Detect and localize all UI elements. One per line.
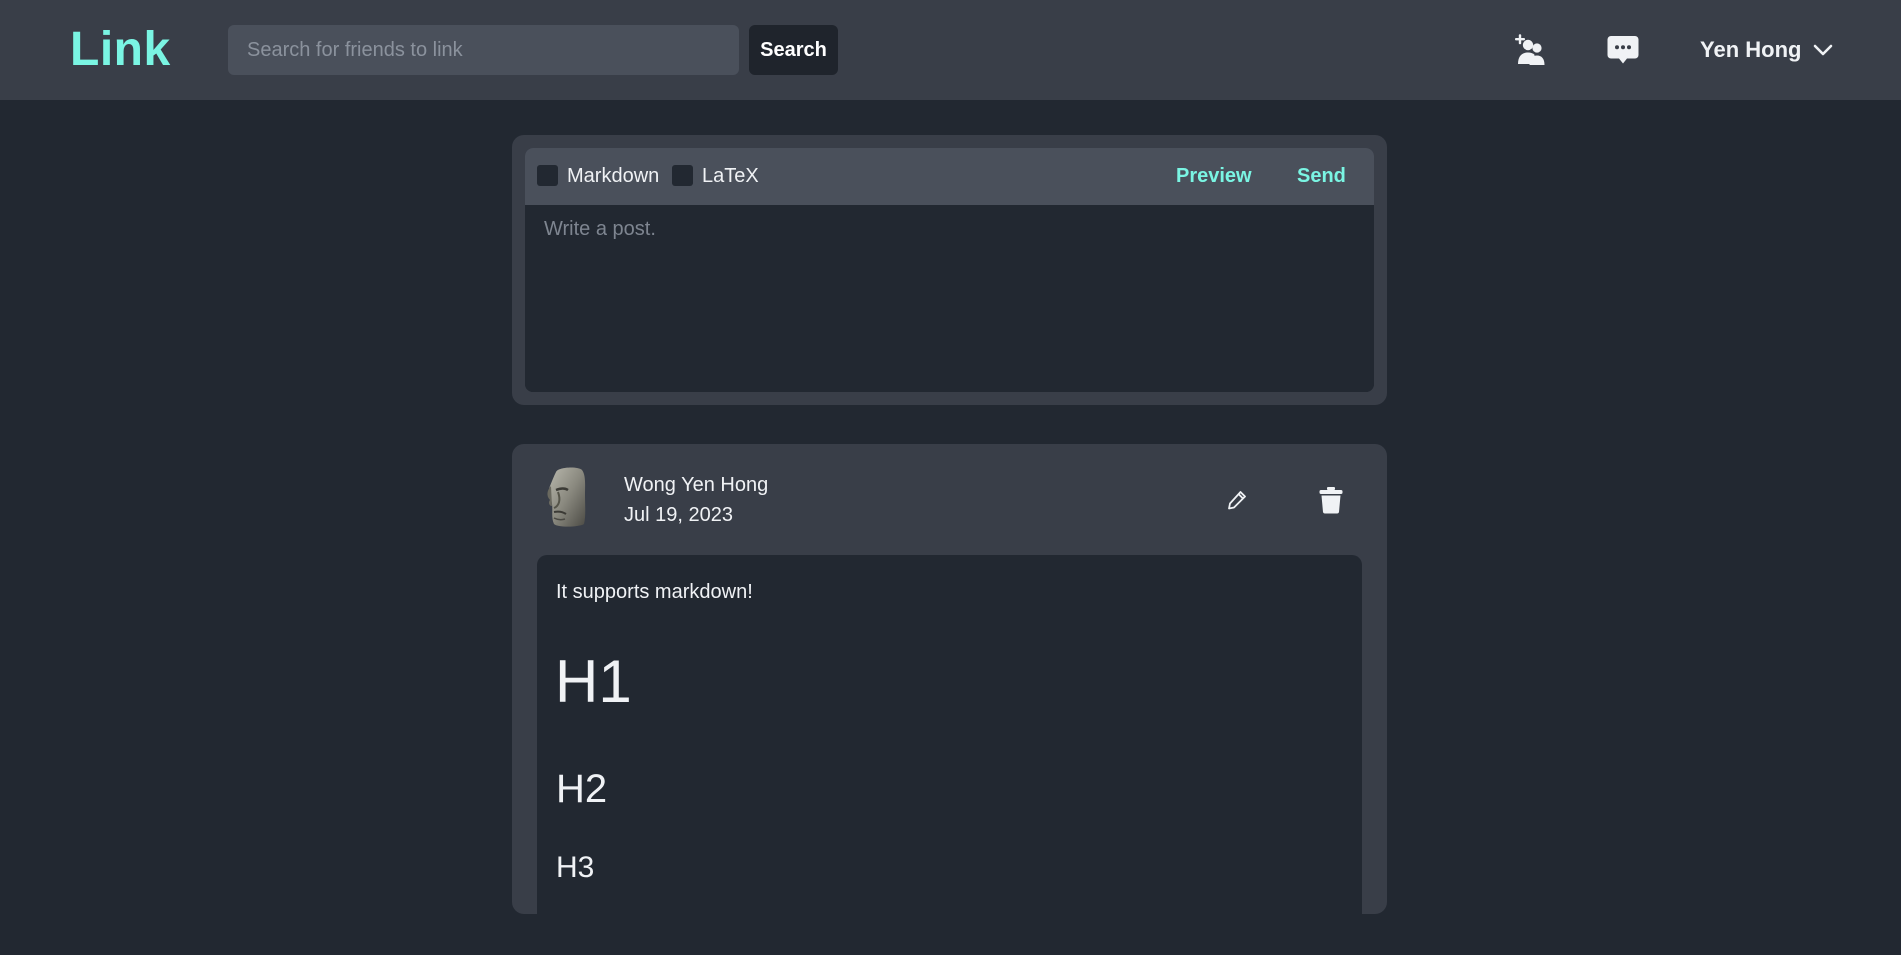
markdown-heading-1: H1 [555, 648, 632, 715]
delete-icon[interactable] [1315, 484, 1347, 516]
markdown-heading-2: H2 [556, 767, 608, 811]
send-button[interactable]: Send [1297, 163, 1346, 189]
user-menu[interactable]: Yen Hong [1700, 32, 1833, 68]
user-name: Yen Hong [1700, 37, 1802, 62]
post-textarea[interactable] [525, 205, 1374, 392]
markdown-label[interactable]: Markdown [567, 163, 659, 189]
chat-icon[interactable] [1603, 30, 1643, 70]
composer-toolbar: Markdown LaTeX Preview Send [525, 148, 1374, 205]
post-author-name[interactable]: Wong Yen Hong [624, 472, 768, 498]
edit-icon[interactable] [1221, 484, 1253, 516]
latex-checkbox[interactable] [672, 165, 693, 186]
composer-body: Markdown LaTeX Preview Send [525, 148, 1374, 392]
top-navbar: Link Search Yen Hong [0, 0, 1901, 100]
post-body: It supports markdown! H1 H2 H3 [537, 555, 1362, 955]
post-composer: Markdown LaTeX Preview Send [512, 135, 1387, 405]
markdown-heading-3: H3 [556, 851, 595, 884]
app-logo[interactable]: Link [70, 22, 171, 78]
markdown-checkbox[interactable] [537, 165, 558, 186]
search-button[interactable]: Search [749, 25, 838, 75]
friend-search-input[interactable] [228, 25, 739, 75]
post-date: Jul 19, 2023 [624, 504, 733, 526]
latex-label[interactable]: LaTeX [702, 163, 759, 189]
post-paragraph: It supports markdown! [556, 581, 753, 603]
author-avatar[interactable] [544, 466, 592, 528]
moai-avatar [547, 467, 586, 527]
preview-button[interactable]: Preview [1176, 163, 1252, 189]
chevron-down-icon [1813, 43, 1833, 57]
add-friend-icon[interactable] [1509, 30, 1549, 70]
post-card: Wong Yen Hong Jul 19, 2023 It supports m… [512, 444, 1387, 955]
